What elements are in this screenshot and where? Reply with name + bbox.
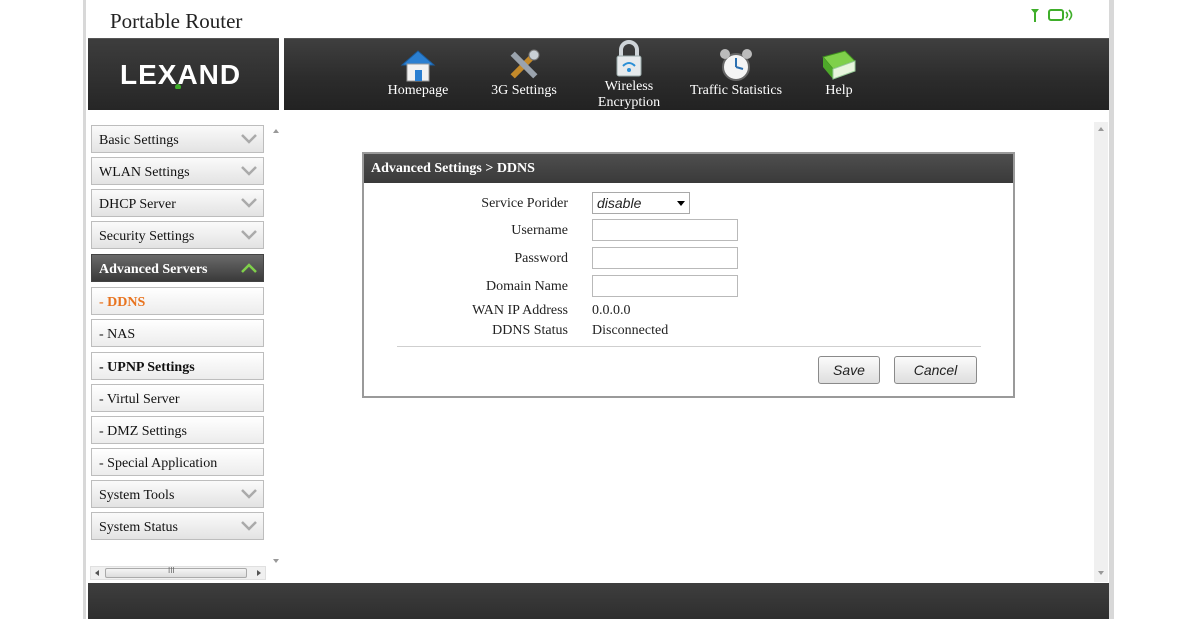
chevron-down-icon [241, 166, 257, 176]
sidebar-item-dmz-settings[interactable]: - DMZ Settings [91, 416, 264, 444]
sidebar-item-label: Security Settings [99, 229, 195, 244]
cancel-button[interactable]: Cancel [894, 356, 977, 384]
tools-icon [510, 49, 540, 79]
sidebar-item-label: - DMZ Settings [99, 424, 187, 439]
sidebar-item-label: Advanced Servers [99, 262, 208, 277]
sidebar: Basic Settings WLAN Settings DHCP Server… [88, 122, 284, 582]
scroll-up-arrow-icon[interactable] [270, 126, 282, 136]
nav-wireless-encryption-label: Wireless Encryption [597, 79, 661, 110]
sidebar-item-advanced-servers[interactable]: Advanced Servers [91, 254, 264, 282]
home-icon [400, 50, 436, 82]
chevron-down-icon [241, 198, 257, 208]
svg-text:LEXAND: LEXAND [120, 59, 240, 89]
chevron-down-icon [241, 134, 257, 144]
password-label: Password [514, 251, 568, 266]
nav-help[interactable]: Help [814, 39, 864, 111]
sidebar-item-label: DHCP Server [99, 197, 176, 212]
footer-bar [88, 583, 1109, 619]
sidebar-item-upnp-settings[interactable]: - UPNP Settings [91, 352, 264, 380]
scrollbar-grip: III [168, 566, 175, 575]
scroll-left-arrow-icon[interactable] [92, 567, 102, 579]
ddns-status-value: Disconnected [592, 323, 669, 338]
lock-icon [616, 40, 642, 77]
nav-wireless-encryption[interactable]: Wireless Encryption [589, 39, 669, 111]
chevron-up-icon [241, 263, 257, 273]
logo-bar: LEXAND [88, 38, 279, 110]
chevron-down-icon [241, 230, 257, 240]
lexand-logo: LEXAND [120, 59, 240, 89]
scroll-up-arrow-icon[interactable] [1094, 124, 1108, 134]
sidebar-item-label: System Tools [99, 488, 175, 503]
scrollbar-thumb[interactable]: III [105, 566, 247, 578]
sidebar-item-special-application[interactable]: - Special Application [91, 448, 264, 476]
username-input[interactable] [592, 219, 738, 241]
sidebar-item-label: - Virtul Server [99, 392, 180, 407]
sidebar-item-system-tools[interactable]: System Tools [91, 480, 264, 508]
signal-antenna-icon [1031, 9, 1039, 22]
sidebar-item-system-status[interactable]: System Status [91, 512, 264, 540]
scroll-right-arrow-icon[interactable] [254, 567, 264, 579]
nav-help-label: Help [825, 83, 853, 98]
nav-traffic-statistics-label: Traffic Statistics [689, 83, 783, 98]
chevron-down-icon [241, 489, 257, 499]
scroll-down-arrow-icon[interactable] [1094, 568, 1108, 578]
main-vertical-scrollbar[interactable] [1094, 122, 1108, 582]
sidebar-item-nas[interactable]: - NAS [91, 319, 264, 347]
sidebar-item-label: System Status [99, 520, 178, 535]
service-provider-value: disable [597, 195, 642, 211]
scroll-down-arrow-icon[interactable] [270, 556, 282, 566]
nav-3g-settings-label: 3G Settings [491, 83, 557, 98]
ddns-status-label: DDNS Status [492, 323, 568, 338]
dropdown-arrow-icon [677, 201, 685, 206]
wan-ip-label: WAN IP Address [472, 303, 568, 318]
nav-traffic-statistics[interactable]: Traffic Statistics [684, 39, 788, 111]
sidebar-item-label: - NAS [99, 327, 136, 342]
username-label: Username [511, 223, 568, 238]
status-icons [1030, 8, 1076, 22]
wan-ip-value: 0.0.0.0 [592, 303, 631, 318]
window-border-right [1109, 0, 1114, 619]
sidebar-item-security-settings[interactable]: Security Settings [91, 221, 264, 249]
sidebar-vertical-scrollbar[interactable] [270, 126, 282, 566]
sidebar-item-label: - UPNP Settings [99, 360, 195, 375]
nav-3g-settings[interactable]: 3G Settings [484, 39, 564, 111]
nav-homepage[interactable]: Homepage [384, 39, 452, 111]
sidebar-item-virtual-server[interactable]: - Virtul Server [91, 384, 264, 412]
sidebar-horizontal-scrollbar[interactable]: III [90, 566, 266, 580]
ddns-settings-panel: Advanced Settings > DDNS Service Porider… [362, 152, 1015, 398]
domain-name-input[interactable] [592, 275, 738, 297]
alarm-clock-icon [720, 49, 752, 81]
sidebar-item-ddns[interactable]: - DDNS [91, 287, 264, 315]
sidebar-item-label: - DDNS [99, 295, 146, 310]
sidebar-item-wlan-settings[interactable]: WLAN Settings [91, 157, 264, 185]
window-border-left [83, 0, 86, 619]
chevron-down-icon [241, 521, 257, 531]
top-navigation: Homepage 3G Settings Wireless Encryption… [284, 38, 1109, 110]
wifi-device-icon [1048, 9, 1073, 21]
help-book-icon [822, 50, 856, 80]
app-title: Portable Router [110, 9, 243, 33]
password-input[interactable] [592, 247, 738, 269]
panel-title: Advanced Settings > DDNS [364, 154, 1013, 183]
nav-homepage-label: Homepage [387, 83, 449, 98]
sidebar-item-label: WLAN Settings [99, 165, 190, 180]
sidebar-item-dhcp-server[interactable]: DHCP Server [91, 189, 264, 217]
sidebar-item-label: - Special Application [99, 456, 218, 471]
sidebar-item-label: Basic Settings [99, 133, 179, 148]
save-button[interactable]: Save [818, 356, 880, 384]
sidebar-item-basic-settings[interactable]: Basic Settings [91, 125, 264, 153]
domain-name-label: Domain Name [485, 279, 568, 294]
service-provider-select[interactable]: disable [592, 192, 690, 214]
divider [397, 346, 981, 347]
service-provider-label: Service Porider [481, 196, 568, 211]
